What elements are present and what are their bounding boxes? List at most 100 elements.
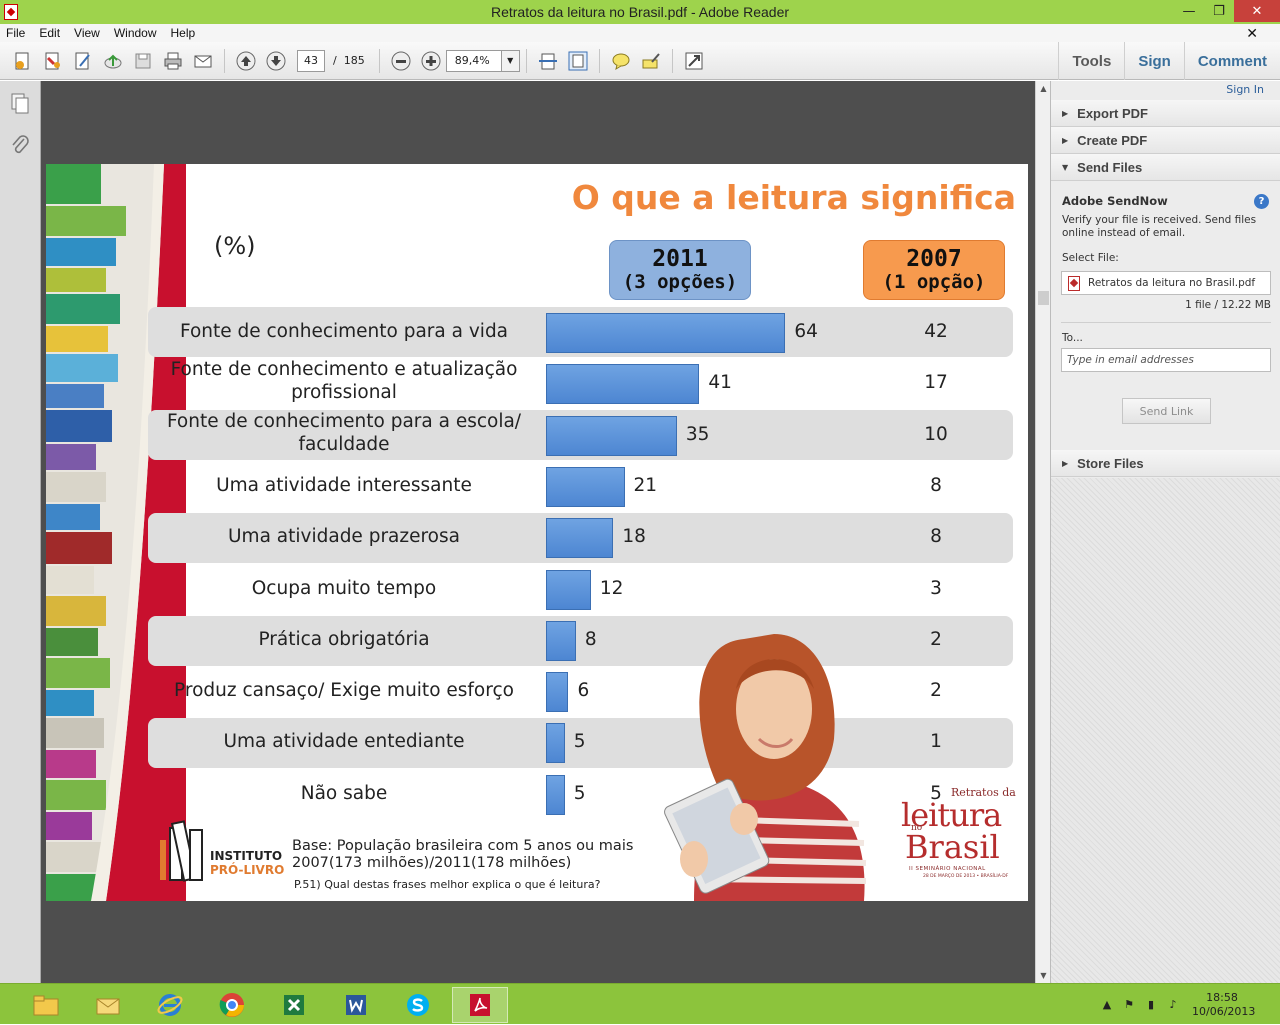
navigation-pane (0, 81, 41, 983)
selected-file-name: Retratos da leitura no Brasil.pdf (1088, 277, 1256, 289)
zoom-in-icon[interactable] (416, 47, 446, 75)
previous-page-icon[interactable] (231, 47, 261, 75)
windows-taskbar: ▲ ⚑ ▮ ♪ 18:58 10/06/2013 (0, 983, 1280, 1024)
toolbar-separator (598, 48, 600, 73)
show-hidden-icons-arrow-icon[interactable]: ▲ (1096, 995, 1118, 1015)
page-separator: / (333, 54, 337, 67)
document-scrollbar[interactable]: ▲ ▼ (1035, 81, 1050, 983)
menu-view[interactable]: View (74, 26, 100, 40)
page-total: / 185 (333, 54, 365, 67)
file-explorer-icon[interactable] (18, 987, 74, 1023)
create-pdf-section[interactable]: ▶ Create PDF (1051, 127, 1280, 154)
export-pdf-label: Export PDF (1077, 105, 1148, 121)
save-icon[interactable] (128, 47, 158, 75)
zoom-level-input[interactable]: 89,4% (445, 49, 502, 72)
adobe-reader-app-icon[interactable] (4, 4, 18, 20)
scrollbar-thumb[interactable] (1038, 291, 1049, 305)
adobe-sendnow-heading: Adobe SendNow (1062, 194, 1168, 208)
year-2011-sublabel: (3 opções) (622, 271, 738, 294)
chrome-icon[interactable] (204, 987, 260, 1023)
excel-icon[interactable] (266, 987, 322, 1023)
page-total-count: 185 (343, 54, 365, 67)
year-2007-label: 2007 (906, 245, 962, 272)
full-screen-icon[interactable] (679, 47, 709, 75)
action-center-flag-icon[interactable]: ⚑ (1118, 995, 1140, 1015)
page-number-input[interactable]: 43 (297, 49, 325, 72)
help-icon[interactable]: ? (1254, 194, 1269, 209)
send-files-panel: Adobe SendNow ? Verify your file is rece… (1051, 184, 1280, 446)
fit-page-icon[interactable] (563, 47, 593, 75)
panel-divider (1061, 322, 1271, 323)
ipl-logo-line1: INSTITUTO (210, 849, 283, 863)
pane-empty-area (1051, 478, 1280, 983)
toolbar-separator (378, 48, 380, 73)
base-note-line2: 2007(173 milhões)/2011(178 milhões) (292, 855, 572, 871)
page-thumbnails-icon[interactable] (9, 92, 31, 114)
print-icon[interactable] (158, 47, 188, 75)
create-pdf-icon[interactable] (8, 47, 38, 75)
sticky-note-icon[interactable] (606, 47, 636, 75)
email-addresses-input[interactable]: Type in email addresses (1061, 348, 1271, 372)
value-2007-label: 2 (930, 680, 942, 702)
email-icon[interactable] (188, 47, 218, 75)
category-label: Produz cansaço/ Exige muito esforço (174, 680, 514, 702)
comment-pane-button[interactable]: Comment (1183, 42, 1280, 80)
value-2007-label: 10 (924, 423, 948, 445)
bar-2011-value-label: 41 (708, 372, 732, 394)
menu-window[interactable]: Window (114, 26, 157, 40)
outlook-icon[interactable] (80, 987, 136, 1023)
close-window-button[interactable]: ✕ (1234, 0, 1280, 22)
next-page-icon[interactable] (261, 47, 291, 75)
retratos-da-leitura-logo: Retratos da leitura no Brasil II SEMINÁR… (901, 786, 1016, 886)
category-label: Prática obrigatória (258, 628, 430, 650)
to-label: To... (1062, 332, 1083, 344)
system-clock[interactable]: 18:58 10/06/2013 (1192, 991, 1256, 1019)
close-document-button[interactable]: ✕ (1246, 25, 1258, 42)
edit-pdf-icon[interactable] (38, 47, 68, 75)
restore-button[interactable]: ❐ (1204, 0, 1234, 22)
adobe-reader-taskbar-icon[interactable] (452, 987, 508, 1023)
upload-cloud-icon[interactable] (98, 47, 128, 75)
send-link-button[interactable]: Send Link (1122, 398, 1211, 424)
tools-pane-button[interactable]: Tools (1058, 42, 1124, 80)
bar-2011 (546, 774, 565, 815)
menu-help[interactable]: Help (171, 26, 196, 40)
word-icon[interactable] (328, 987, 384, 1023)
bar-2011-value-label: 35 (685, 423, 710, 445)
skype-icon[interactable] (390, 987, 446, 1023)
zoom-out-icon[interactable] (386, 47, 416, 75)
minimize-button[interactable]: — (1174, 0, 1204, 22)
attachments-icon[interactable] (9, 134, 31, 156)
store-files-section[interactable]: ▶ Store Files (1051, 450, 1280, 477)
export-pdf-section[interactable]: ▶ Export PDF (1051, 100, 1280, 127)
network-signal-icon[interactable]: ▮ (1140, 995, 1162, 1015)
instituto-pro-livro-logo: INSTITUTO PRÓ-LIVRO (158, 818, 288, 888)
edit-document-icon[interactable] (68, 47, 98, 75)
bar-2011-value-label: 18 (622, 526, 646, 548)
send-files-section[interactable]: ▼ Send Files (1051, 154, 1280, 181)
retratos-logo-line4: Brasil (905, 828, 1000, 866)
category-label: Fonte de conhecimento para a vida (179, 321, 509, 342)
bar-2011 (546, 518, 614, 559)
collapsed-triangle-icon: ▶ (1062, 108, 1069, 118)
menu-edit[interactable]: Edit (39, 26, 60, 40)
menu-file[interactable]: File (6, 26, 25, 40)
volume-icon[interactable]: ♪ (1162, 995, 1184, 1015)
bar-2011 (546, 466, 625, 507)
sign-pane-button[interactable]: Sign (1124, 42, 1184, 80)
fit-width-icon[interactable] (533, 47, 563, 75)
zoom-dropdown-button[interactable]: ▼ (501, 49, 520, 72)
clock-date: 10/06/2013 (1192, 1004, 1256, 1018)
bar-2011 (546, 620, 576, 661)
scroll-up-arrow-icon[interactable]: ▲ (1036, 81, 1051, 96)
bar-2011-value-label: 21 (633, 474, 658, 496)
selected-file-field[interactable]: Retratos da leitura no Brasil.pdf (1061, 271, 1271, 295)
internet-explorer-icon[interactable] (142, 987, 198, 1023)
category-label: Uma atividade entediante (223, 731, 465, 753)
scroll-down-arrow-icon[interactable]: ▼ (1036, 968, 1051, 983)
highlight-text-icon[interactable] (636, 47, 666, 75)
toolbar-separator (671, 48, 673, 73)
bar-2011 (546, 364, 700, 405)
window-titlebar: Retratos da leitura no Brasil.pdf - Adob… (0, 0, 1280, 24)
sign-in-link[interactable]: Sign In (1226, 83, 1264, 96)
